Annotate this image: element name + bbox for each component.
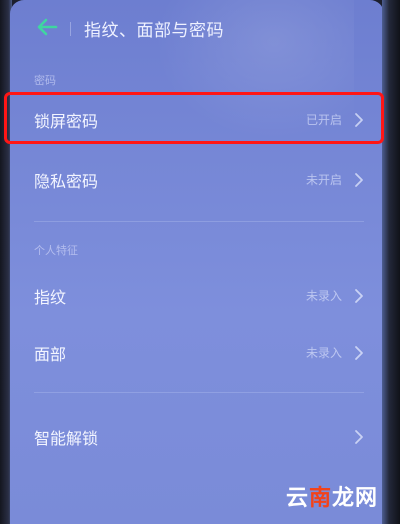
row-face[interactable]: 面部 未录入 xyxy=(10,329,384,375)
chevron-right-icon xyxy=(355,346,363,360)
highlight-box xyxy=(4,92,384,144)
watermark-logo: 云南龙网 xyxy=(286,480,378,512)
top-bar: 指纹、面部与密码 xyxy=(10,10,384,46)
section-divider xyxy=(34,392,364,393)
row-smart-unlock[interactable]: 智能解锁 xyxy=(10,413,384,459)
phone-bezel-right xyxy=(382,0,400,524)
row-label: 面部 xyxy=(34,345,67,364)
section-divider xyxy=(34,221,364,222)
chevron-right-icon xyxy=(355,289,363,303)
section-label-password: 密码 xyxy=(34,74,56,87)
chevron-right-icon xyxy=(355,430,363,444)
section-label-personal-features: 个人特征 xyxy=(34,244,78,257)
chevron-right-icon xyxy=(355,173,363,187)
watermark-part: 南 xyxy=(308,486,332,511)
settings-screen: 指纹、面部与密码 密码 锁屏密码 已开启 隐私密码 未开启 个人特征 指纹 未录… xyxy=(10,0,384,524)
row-fingerprint[interactable]: 指纹 未录入 xyxy=(10,272,384,318)
phone-frame: 指纹、面部与密码 密码 锁屏密码 已开启 隐私密码 未开启 个人特征 指纹 未录… xyxy=(0,0,400,524)
watermark-part: 云 xyxy=(285,486,309,511)
row-status: 未录入 xyxy=(305,289,342,303)
header-divider xyxy=(70,22,71,36)
row-label: 指纹 xyxy=(34,288,67,307)
page-title: 指纹、面部与密码 xyxy=(84,21,224,41)
row-status: 未开启 xyxy=(305,173,342,187)
arrow-left-icon[interactable] xyxy=(34,16,60,38)
watermark-part: 龙网 xyxy=(331,486,378,511)
row-status: 未录入 xyxy=(305,346,342,360)
row-privacy-password[interactable]: 隐私密码 未开启 xyxy=(10,156,384,202)
row-label: 智能解锁 xyxy=(34,429,99,448)
row-label: 隐私密码 xyxy=(34,172,99,191)
